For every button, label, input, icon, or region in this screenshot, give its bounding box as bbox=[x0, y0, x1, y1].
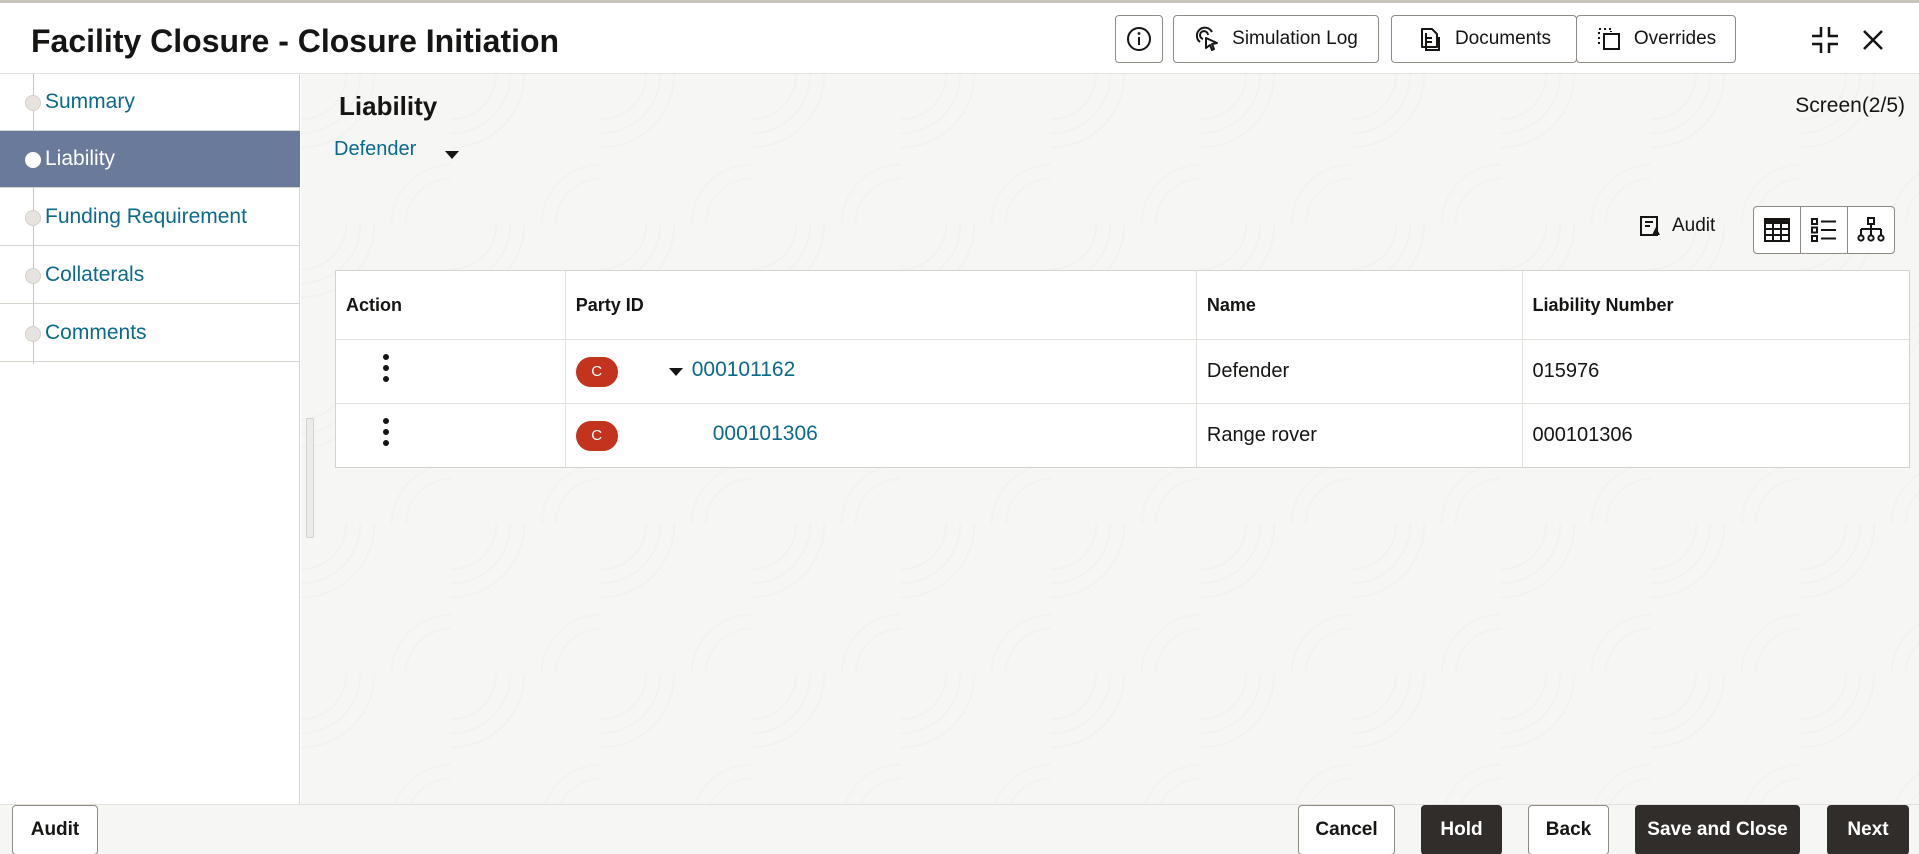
name-cell: Defender bbox=[1197, 340, 1523, 403]
sidebar-item-label: Funding Requirement bbox=[45, 205, 247, 228]
step-dot-icon bbox=[25, 210, 41, 226]
step-dot-icon bbox=[25, 268, 41, 284]
party-id-link[interactable]: 000101306 bbox=[713, 422, 818, 446]
table-row: C 000101162 Defender 015976 bbox=[336, 340, 1909, 404]
sidebar-item-funding-requirement[interactable]: Funding Requirement bbox=[0, 189, 300, 246]
overrides-button[interactable]: Overrides bbox=[1576, 15, 1736, 63]
sidebar-item-label: Comments bbox=[45, 321, 147, 344]
liability-table: Action Party ID Name Liability Number C … bbox=[335, 270, 1910, 468]
next-button[interactable]: Next bbox=[1827, 805, 1909, 854]
close-icon[interactable] bbox=[1856, 23, 1890, 57]
view-toggle-group bbox=[1753, 206, 1895, 254]
customer-badge: C bbox=[575, 356, 618, 387]
sidebar-item-label: Summary bbox=[45, 90, 135, 113]
sidebar-item-comments[interactable]: Comments bbox=[0, 305, 300, 362]
customer-badge: C bbox=[575, 420, 618, 451]
info-icon bbox=[1127, 27, 1151, 51]
liability-number-cell: 015976 bbox=[1532, 360, 1600, 382]
liability-selector[interactable]: Defender bbox=[334, 138, 460, 161]
column-header-name: Name bbox=[1197, 271, 1523, 339]
hierarchy-view-icon bbox=[1857, 217, 1885, 242]
step-dot-icon bbox=[25, 152, 41, 168]
kebab-menu-icon[interactable] bbox=[382, 353, 390, 383]
liability-selector-value: Defender bbox=[334, 138, 417, 160]
table-header-row: Action Party ID Name Liability Number bbox=[336, 271, 1909, 340]
screen-indicator: Screen(2/5) bbox=[1795, 94, 1905, 117]
sidebar-item-collaterals[interactable]: Collaterals bbox=[0, 247, 300, 304]
documents-button[interactable]: Documents bbox=[1391, 15, 1577, 63]
main-content: Liability Screen(2/5) Defender Audit Act… bbox=[301, 74, 1919, 804]
overrides-label: Overrides bbox=[1633, 28, 1717, 49]
audit-link-label: Audit bbox=[1672, 215, 1716, 236]
kebab-menu-icon[interactable] bbox=[382, 417, 390, 447]
documents-icon bbox=[1420, 28, 1440, 51]
hold-button[interactable]: Hold bbox=[1421, 805, 1502, 854]
table-view-icon bbox=[1764, 218, 1790, 242]
overrides-icon bbox=[1597, 28, 1620, 50]
simulation-cursor-icon bbox=[1196, 26, 1219, 51]
audit-button[interactable]: Audit bbox=[12, 805, 98, 854]
simulation-log-button[interactable]: Simulation Log bbox=[1173, 15, 1379, 63]
caret-down-icon[interactable] bbox=[668, 367, 684, 377]
documents-label: Documents bbox=[1454, 28, 1552, 49]
train-stop-sidebar: Summary Liability Funding Requirement Co… bbox=[0, 74, 300, 804]
step-dot-icon bbox=[25, 326, 41, 342]
table-view-button[interactable] bbox=[1754, 207, 1801, 253]
audit-icon bbox=[1640, 216, 1660, 236]
audit-link[interactable]: Audit bbox=[1638, 214, 1715, 238]
liability-number-cell: 000101306 bbox=[1532, 424, 1633, 446]
sidebar-item-summary[interactable]: Summary bbox=[0, 74, 300, 131]
simulation-log-label: Simulation Log bbox=[1232, 28, 1358, 49]
list-view-icon bbox=[1811, 218, 1836, 242]
party-id-cell: C 000101306 bbox=[566, 404, 1197, 467]
back-button[interactable]: Back bbox=[1528, 805, 1609, 854]
caret-down-icon bbox=[445, 150, 460, 159]
column-header-party-id: Party ID bbox=[566, 271, 1197, 339]
page-title: Facility Closure - Closure Initiation bbox=[31, 23, 560, 59]
step-dot-icon bbox=[25, 95, 41, 111]
list-view-button[interactable] bbox=[1801, 207, 1848, 253]
table-row: C 000101306 Range rover 000101306 bbox=[336, 404, 1909, 467]
hierarchy-view-button[interactable] bbox=[1848, 207, 1894, 253]
party-id-cell: C 000101162 bbox=[566, 340, 1197, 403]
save-and-close-button[interactable]: Save and Close bbox=[1635, 805, 1800, 854]
vertical-scrollbar[interactable] bbox=[306, 418, 314, 538]
section-title: Liability bbox=[339, 91, 438, 121]
info-button[interactable] bbox=[1115, 15, 1163, 63]
page-footer: Audit Cancel Hold Back Save and Close Ne… bbox=[0, 804, 1919, 854]
sidebar-item-liability[interactable]: Liability bbox=[0, 131, 300, 188]
page-header: Facility Closure - Closure Initiation Si… bbox=[0, 0, 1919, 74]
action-cell bbox=[336, 340, 566, 403]
name-cell: Range rover bbox=[1197, 404, 1523, 467]
sidebar-item-label: Collaterals bbox=[45, 263, 145, 286]
party-id-link[interactable]: 000101162 bbox=[692, 358, 796, 382]
cancel-button[interactable]: Cancel bbox=[1298, 805, 1395, 854]
column-header-liability-number: Liability Number bbox=[1532, 294, 1674, 315]
sidebar-item-label: Liability bbox=[45, 147, 116, 170]
column-header-action: Action bbox=[336, 271, 566, 339]
collapse-icon[interactable] bbox=[1808, 23, 1842, 57]
action-cell bbox=[336, 404, 566, 467]
